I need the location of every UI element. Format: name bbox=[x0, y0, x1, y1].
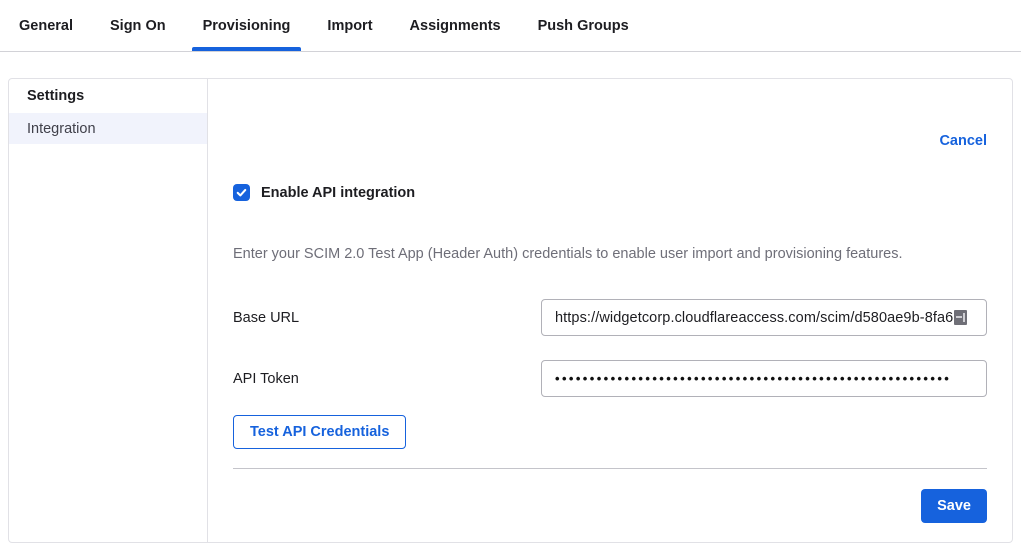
enable-api-integration-label: Enable API integration bbox=[261, 185, 415, 201]
footer-divider bbox=[233, 468, 987, 469]
cancel-link[interactable]: Cancel bbox=[939, 133, 987, 150]
api-token-input[interactable]: ••••••••••••••••••••••••••••••••••••••••… bbox=[541, 360, 987, 397]
sidebar-header: Settings bbox=[9, 79, 207, 113]
selected-text-block bbox=[954, 310, 967, 325]
tab-push-groups[interactable]: Push Groups bbox=[538, 0, 629, 51]
settings-sidebar: Settings Integration bbox=[9, 79, 208, 542]
provisioning-panel: Settings Integration Cancel Enable API i… bbox=[8, 78, 1013, 543]
credentials-description: Enter your SCIM 2.0 Test App (Header Aut… bbox=[233, 246, 987, 263]
checkmark-icon bbox=[236, 187, 247, 198]
integration-settings-content: Cancel Enable API integration Enter your… bbox=[208, 79, 1012, 542]
save-row: Save bbox=[233, 489, 987, 523]
api-token-row: API Token ••••••••••••••••••••••••••••••… bbox=[233, 360, 987, 397]
api-token-masked-value: ••••••••••••••••••••••••••••••••••••••••… bbox=[555, 371, 951, 386]
tab-sign-on[interactable]: Sign On bbox=[110, 0, 166, 51]
base-url-input[interactable]: https://widgetcorp.cloudflareaccess.com/… bbox=[541, 299, 987, 336]
tab-provisioning[interactable]: Provisioning bbox=[203, 0, 291, 51]
enable-api-integration-row: Enable API integration bbox=[233, 184, 987, 201]
save-button[interactable]: Save bbox=[921, 489, 987, 523]
app-tab-bar: General Sign On Provisioning Import Assi… bbox=[0, 0, 1021, 52]
test-api-credentials-button[interactable]: Test API Credentials bbox=[233, 415, 406, 449]
api-token-label: API Token bbox=[233, 371, 541, 387]
base-url-label: Base URL bbox=[233, 310, 541, 326]
base-url-value: https://widgetcorp.cloudflareaccess.com/… bbox=[555, 310, 953, 326]
cancel-row: Cancel bbox=[233, 133, 987, 150]
enable-api-integration-checkbox[interactable] bbox=[233, 184, 250, 201]
tab-general[interactable]: General bbox=[19, 0, 73, 51]
tab-assignments[interactable]: Assignments bbox=[410, 0, 501, 51]
tab-import[interactable]: Import bbox=[327, 0, 372, 51]
base-url-row: Base URL https://widgetcorp.cloudflareac… bbox=[233, 299, 987, 336]
sidebar-item-integration[interactable]: Integration bbox=[9, 113, 207, 144]
test-credentials-row: Test API Credentials bbox=[233, 415, 987, 449]
